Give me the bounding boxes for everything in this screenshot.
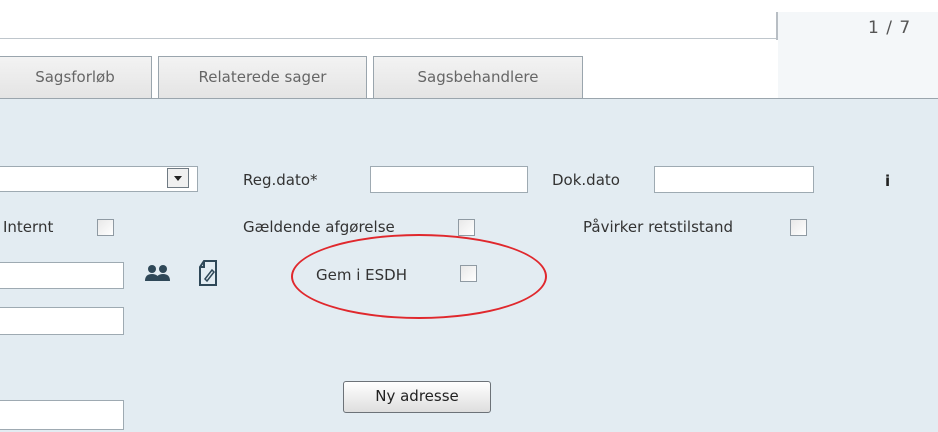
tab-relaterede-sager[interactable]: Relaterede sager [158,56,367,98]
paavirker-retstilstand-label: Påvirker retstilstand [583,218,733,236]
dok-dato-label: Dok.dato [552,171,620,189]
tab-sagsbehandlere[interactable]: Sagsbehandlere [373,56,583,98]
header-separator [776,12,778,40]
page-counter: 1 / 7 [868,18,912,38]
internt-checkbox[interactable] [97,219,114,236]
dok-dato-field[interactable] [654,166,814,193]
gaeldende-afgoerelse-checkbox[interactable] [458,219,475,236]
users-icon[interactable] [143,263,173,285]
ny-adresse-button[interactable]: Ny adresse [343,381,491,413]
info-icon[interactable]: i [885,172,890,190]
address-field-1[interactable] [0,307,124,335]
pager-area [778,12,938,98]
reg-dato-field[interactable] [370,166,528,193]
case-handler-field[interactable] [0,262,124,289]
dropdown-arrow-icon[interactable] [167,168,189,188]
gaeldende-afgoerelse-label: Gældende afgørelse [243,218,395,236]
header-divider-line [0,38,778,39]
tab-sagsforloeb[interactable]: Sagsforløb [0,56,152,98]
address-field-2[interactable] [0,400,124,430]
paavirker-retstilstand-checkbox[interactable] [790,219,807,236]
highlight-ellipse [291,234,547,319]
reg-dato-label: Reg.dato* [243,171,318,189]
document-icon[interactable] [197,259,221,287]
internt-label: Internt [3,218,54,236]
